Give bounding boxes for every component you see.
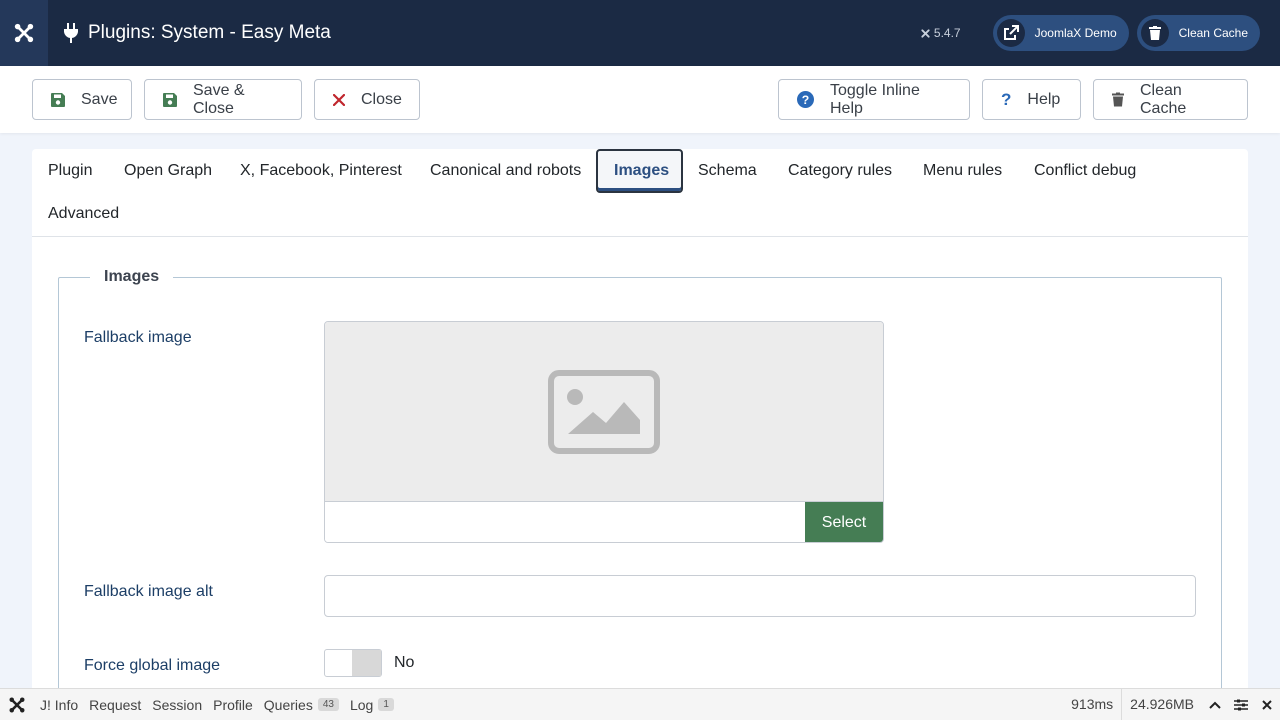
memory-usage: 24.926MB <box>1121 689 1202 720</box>
debug-tab-info[interactable]: J! Info <box>40 697 78 713</box>
save-icon <box>163 92 177 107</box>
force-global-state: No <box>394 654 415 671</box>
toggle-inline-help-label: Toggle Inline Help <box>830 81 920 117</box>
image-preview <box>325 322 883 502</box>
help-label: Help <box>1027 90 1061 108</box>
settings-sliders-icon[interactable] <box>1228 689 1254 720</box>
debug-tab-label: J! Info <box>40 696 79 713</box>
debug-tab-label: Request <box>89 696 142 713</box>
close-icon <box>333 93 345 106</box>
toggle-inline-help-button[interactable]: ? Toggle Inline Help <box>778 79 970 120</box>
view-site-button[interactable]: JoomlaX Demo <box>992 15 1129 51</box>
trash-icon <box>1112 92 1124 107</box>
header-clean-cache-label: Clean Cache <box>1178 26 1248 40</box>
close-button[interactable]: Close <box>314 79 420 120</box>
fieldset-legend: Images <box>90 268 174 286</box>
help-button[interactable]: ? Help <box>982 79 1081 120</box>
tab-schema[interactable]: Schema <box>682 149 773 193</box>
save-icon <box>51 92 65 107</box>
header-clean-cache-button[interactable]: Clean Cache <box>1136 15 1260 51</box>
question-icon: ? <box>1001 89 1012 109</box>
tab-canonical-robots[interactable]: Canonical and robots <box>414 149 597 193</box>
close-label: Close <box>361 90 402 108</box>
view-site-label: JoomlaX Demo <box>1034 26 1117 40</box>
tab-conflict-debug[interactable]: Conflict debug <box>1018 149 1152 193</box>
tab-advanced[interactable]: Advanced <box>32 192 135 236</box>
debug-tab-request[interactable]: Request <box>89 697 141 713</box>
close-icon[interactable] <box>1254 689 1280 720</box>
debug-tab-session[interactable]: Session <box>152 697 202 713</box>
page-title: Plugins: System - Easy Meta <box>64 22 331 44</box>
external-link-icon <box>996 19 1025 47</box>
debug-tab-label: Profile <box>213 696 253 713</box>
save-label: Save <box>81 90 118 108</box>
clean-cache-button[interactable]: Clean Cache <box>1093 79 1248 120</box>
tab-open-graph[interactable]: Open Graph <box>108 149 228 193</box>
plug-icon <box>64 23 78 43</box>
tab-menu-rules[interactable]: Menu rules <box>907 149 1018 193</box>
clean-cache-label: Clean Cache <box>1140 81 1187 117</box>
switch-knob <box>352 650 381 676</box>
fallback-image-media-field: Select <box>324 321 884 543</box>
trash-icon <box>1140 19 1169 47</box>
debug-tab-queries[interactable]: Queries 43 <box>264 697 339 713</box>
tab-images[interactable]: Images <box>596 149 683 193</box>
plugin-edit-card: Plugin Open Graph X, Facebook, Pinterest… <box>32 149 1248 717</box>
page-title-text: Plugins: System - Easy Meta <box>88 22 331 43</box>
debug-tab-profile[interactable]: Profile <box>213 697 253 713</box>
version-badge: 5.4.7 <box>920 26 961 40</box>
debug-tab-label: Queries <box>263 696 313 713</box>
top-header: Plugins: System - Easy Meta 5.4.7 Joomla… <box>0 0 1280 66</box>
tab-category-rules[interactable]: Category rules <box>772 149 908 193</box>
joomla-icon <box>14 23 34 43</box>
fallback-image-label: Fallback image <box>84 329 192 346</box>
fallback-image-path-input[interactable] <box>325 502 807 542</box>
debug-tab-label: Session <box>152 696 203 713</box>
fallback-alt-input[interactable] <box>324 575 1196 617</box>
tab-social[interactable]: X, Facebook, Pinterest <box>224 149 418 193</box>
joomla-small-icon <box>921 28 930 38</box>
count-badge: 43 <box>317 698 339 711</box>
tab-bar: Plugin Open Graph X, Facebook, Pinterest… <box>32 149 1248 237</box>
debug-tab-log[interactable]: Log 1 <box>350 697 394 713</box>
select-image-button[interactable]: Select <box>805 502 883 542</box>
question-circle-icon: ? <box>797 91 814 108</box>
save-close-button[interactable]: Save & Close <box>144 79 302 120</box>
joomla-debug-icon[interactable] <box>2 696 32 714</box>
chevron-up-icon[interactable] <box>1202 689 1228 720</box>
svg-text:?: ? <box>802 93 810 107</box>
joomla-logo[interactable] <box>0 0 48 66</box>
debug-tab-label: Log <box>349 696 374 713</box>
force-global-switch[interactable] <box>324 649 382 677</box>
force-global-label: Force global image <box>84 657 221 674</box>
image-placeholder-icon <box>548 369 660 454</box>
save-button[interactable]: Save <box>32 79 132 120</box>
fallback-alt-label: Fallback image alt <box>84 583 213 600</box>
request-time: 913ms <box>1071 696 1114 712</box>
toolbar: Save Save & Close Close ? Toggle Inline … <box>0 66 1280 133</box>
debug-bar: J! Info Request Session Profile Queries 4… <box>0 688 1280 720</box>
version-text: 5.4.7 <box>933 26 961 40</box>
count-badge: 1 <box>378 698 394 711</box>
save-close-label: Save & Close <box>193 81 245 117</box>
tab-plugin[interactable]: Plugin <box>32 149 108 193</box>
